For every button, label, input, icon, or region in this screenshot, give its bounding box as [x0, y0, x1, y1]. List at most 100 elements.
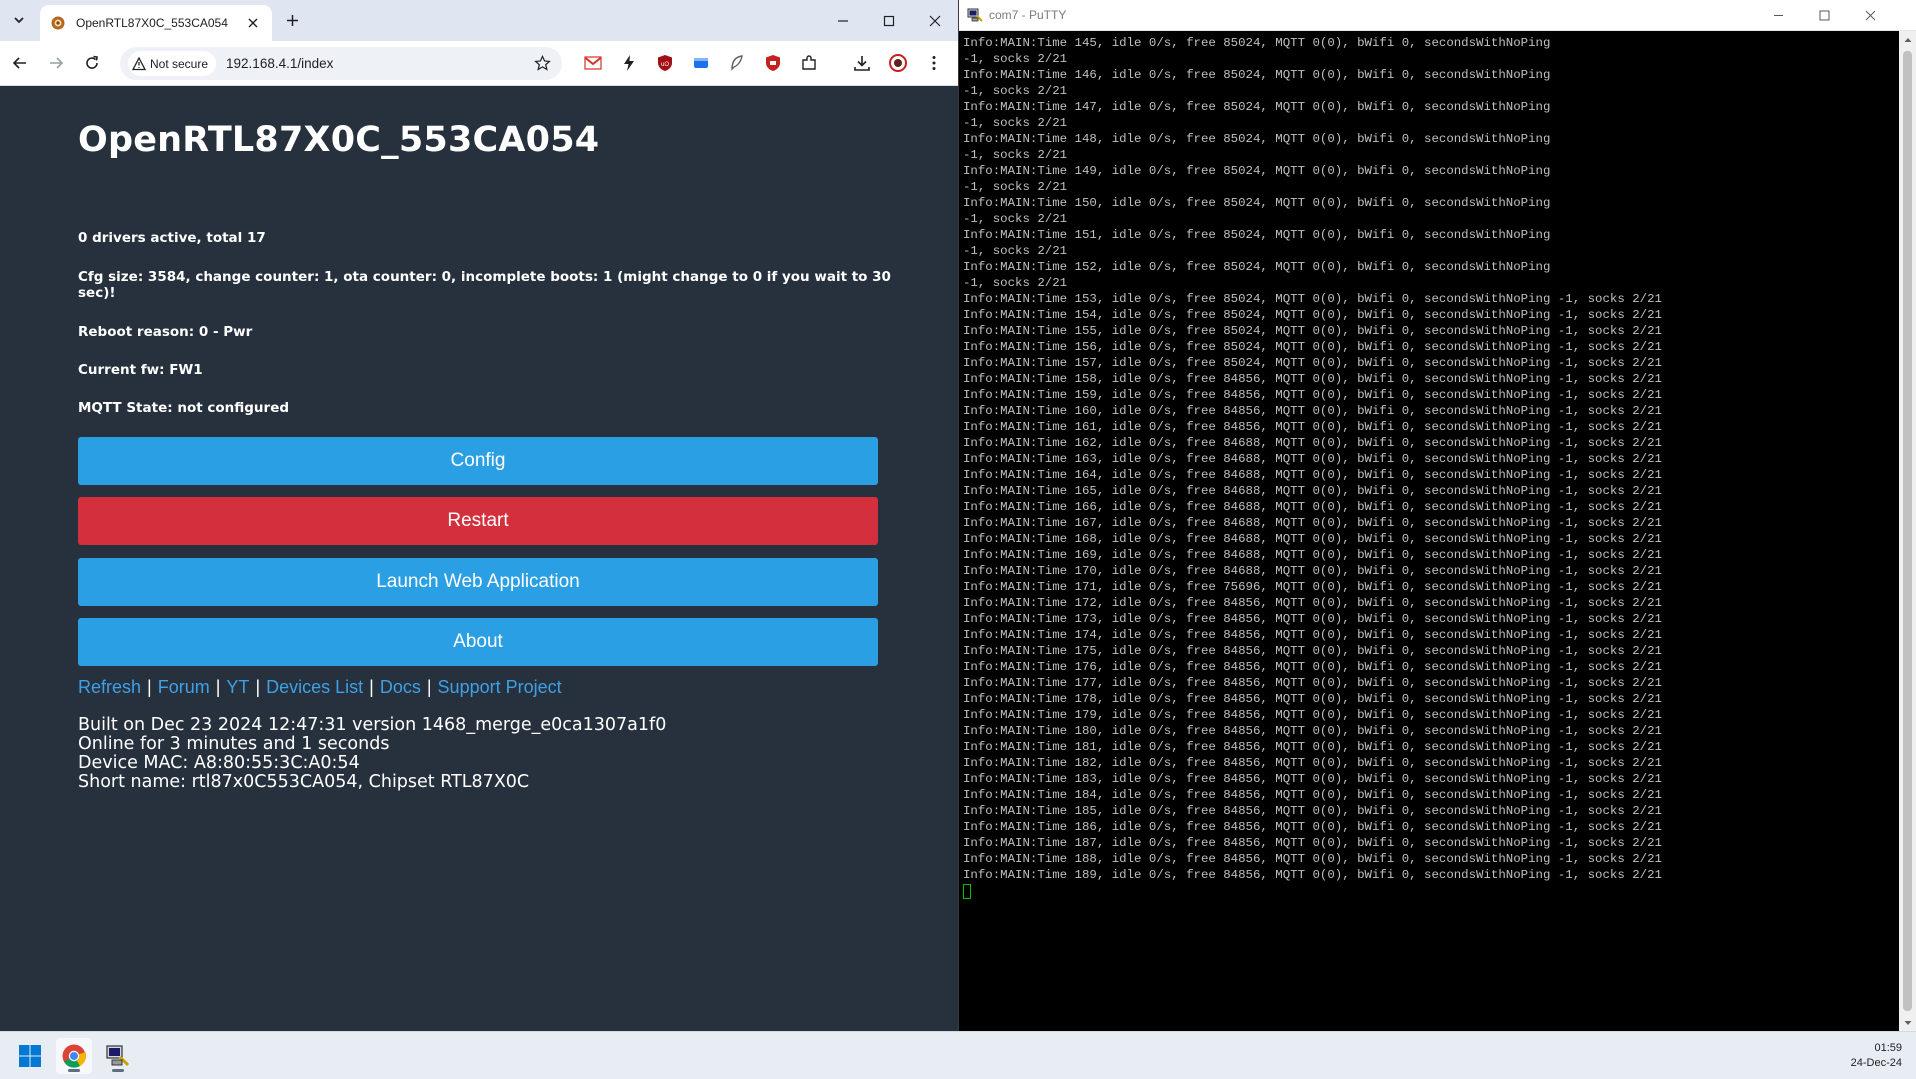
putty-close-button[interactable]	[1847, 0, 1893, 31]
close-icon	[248, 18, 258, 28]
security-chip[interactable]: Not secure	[128, 51, 217, 76]
chevron-down-icon	[14, 17, 24, 24]
terminal-line: Info:MAIN:Time 154, idle 0/s, free 85024…	[963, 308, 1662, 322]
terminal-line: Info:MAIN:Time 174, idle 0/s, free 84856…	[963, 628, 1662, 642]
terminal-line: Info:MAIN:Time 159, idle 0/s, free 84856…	[963, 388, 1662, 402]
terminal-line: Info:MAIN:Time 170, idle 0/s, free 84688…	[963, 564, 1662, 578]
shield-extension[interactable]	[762, 52, 784, 74]
reload-button[interactable]	[78, 49, 106, 77]
terminal-output[interactable]: Info:MAIN:Time 145, idle 0/s, free 85024…	[963, 35, 1893, 1031]
scroll-down-arrow[interactable]	[1899, 1014, 1916, 1031]
terminal-line: Info:MAIN:Time 157, idle 0/s, free 85024…	[963, 356, 1662, 370]
page-title: OpenRTL87X0C_553CA054	[78, 120, 600, 160]
firmware-info: Current fw: FW1	[78, 362, 203, 378]
maximize-icon	[883, 15, 895, 26]
browser-window: OpenRTL87X0C_553CA054 Not secure 192.168…	[0, 0, 958, 1031]
taskbar-chrome[interactable]	[56, 1038, 92, 1074]
security-label: Not secure	[150, 56, 209, 71]
maximize-button[interactable]	[866, 0, 912, 41]
tab-active[interactable]: OpenRTL87X0C_553CA054	[40, 5, 272, 41]
downloads-button[interactable]	[851, 52, 873, 74]
scroll-up-arrow[interactable]	[1899, 31, 1916, 48]
shortname-line: Short name: rtl87x0C553CA054, Chipset RT…	[78, 772, 530, 792]
terminal-line: Info:MAIN:Time 166, idle 0/s, free 84688…	[963, 500, 1662, 514]
terminal-line: Info:MAIN:Time 177, idle 0/s, free 84856…	[963, 676, 1662, 690]
restart-button[interactable]: Restart	[78, 497, 878, 545]
taskbar-putty[interactable]	[100, 1038, 136, 1074]
yt-link[interactable]: YT	[226, 677, 249, 697]
about-button[interactable]: About	[78, 618, 878, 666]
footer-links: Refresh | Forum | YT | Devices List | Docs | Suppo…	[78, 677, 562, 698]
terminal-line: Info:MAIN:Time 161, idle 0/s, free 84856…	[963, 420, 1662, 434]
putty-maximize-button[interactable]	[1801, 0, 1847, 31]
feather-extension[interactable]	[726, 52, 748, 74]
minimize-icon	[838, 19, 848, 22]
tab-search-button[interactable]	[6, 7, 32, 33]
terminal-line: -1, socks 2/21	[963, 276, 1068, 290]
config-button[interactable]: Config	[78, 437, 878, 485]
link-separator: |	[215, 677, 221, 697]
profile-avatar[interactable]	[887, 52, 909, 74]
forward-button[interactable]	[42, 49, 70, 77]
terminal-scrollbar[interactable]	[1899, 31, 1916, 1031]
gmail-extension[interactable]	[582, 52, 604, 74]
refresh-link[interactable]: Refresh	[78, 677, 141, 697]
terminal-cursor	[963, 884, 971, 899]
mqtt-info: MQTT State: not configured	[78, 400, 290, 416]
lightning-extension[interactable]	[618, 52, 640, 74]
download-icon	[854, 56, 870, 71]
terminal-line: Info:MAIN:Time 162, idle 0/s, free 84688…	[963, 436, 1662, 450]
start-button[interactable]	[12, 1038, 48, 1074]
terminal-line: Info:MAIN:Time 158, idle 0/s, free 84856…	[963, 372, 1662, 386]
forum-link[interactable]: Forum	[158, 677, 210, 697]
scroll-thumb[interactable]	[1903, 51, 1912, 1011]
minimize-button[interactable]	[820, 0, 866, 41]
terminal-line: Info:MAIN:Time 152, idle 0/s, free 85024…	[963, 260, 1551, 274]
gear-icon	[50, 15, 66, 31]
terminal-line: Info:MAIN:Time 184, idle 0/s, free 84856…	[963, 788, 1662, 802]
link-separator: |	[147, 677, 152, 697]
terminal-line: Info:MAIN:Time 149, idle 0/s, free 85024…	[963, 164, 1551, 178]
chrome-icon	[62, 1044, 87, 1068]
tab-close-button[interactable]	[244, 14, 262, 32]
support-project-link[interactable]: Support Project	[438, 677, 562, 697]
close-icon	[929, 15, 941, 26]
terminal-line: -1, socks 2/21	[963, 244, 1068, 258]
terminal-line: Info:MAIN:Time 172, idle 0/s, free 84856…	[963, 596, 1662, 610]
shield-icon: uO	[658, 55, 672, 71]
bookmark-button[interactable]	[534, 55, 552, 73]
terminal-line: Info:MAIN:Time 156, idle 0/s, free 85024…	[963, 340, 1662, 354]
terminal-line: Info:MAIN:Time 147, idle 0/s, free 85024…	[963, 100, 1551, 114]
clock-date: 24-Dec-24	[1850, 1057, 1902, 1069]
drivers-info: 0 drivers active, total 17	[78, 230, 266, 246]
terminal-line: Info:MAIN:Time 167, idle 0/s, free 84688…	[963, 516, 1662, 530]
system-clock[interactable]: 01:59 24-Dec-24	[1851, 1041, 1902, 1071]
address-bar[interactable]: Not secure 192.168.4.1/index	[120, 47, 562, 80]
terminal-line: Info:MAIN:Time 168, idle 0/s, free 84688…	[963, 532, 1662, 546]
putty-titlebar: com7 - PuTTY	[959, 0, 1916, 31]
docs-link[interactable]: Docs	[380, 677, 421, 697]
url-text[interactable]: 192.168.4.1/index	[226, 56, 333, 71]
putty-minimize-button[interactable]	[1755, 0, 1801, 31]
terminal-line: Info:MAIN:Time 146, idle 0/s, free 85024…	[963, 68, 1551, 82]
puzzle-icon	[802, 55, 816, 70]
putty-title: com7 - PuTTY	[989, 8, 1067, 22]
new-tab-button[interactable]	[280, 8, 304, 32]
close-window-button[interactable]	[912, 0, 958, 41]
avatar-icon	[889, 54, 907, 72]
terminal-line: -1, socks 2/21	[963, 148, 1068, 162]
reboot-info: Reboot reason: 0 - Pwr	[78, 324, 253, 340]
ublock-extension[interactable]: uO	[654, 52, 676, 74]
chevron-down-icon	[1904, 1020, 1911, 1025]
devices-list-link[interactable]: Devices List	[266, 677, 363, 697]
cfg-info: Cfg size: 3584, change counter: 1, ota c…	[78, 269, 891, 301]
blue-extension[interactable]	[690, 52, 712, 74]
extensions-button[interactable]	[798, 52, 820, 74]
terminal-line: Info:MAIN:Time 187, idle 0/s, free 84856…	[963, 836, 1662, 850]
launch-web-app-button[interactable]: Launch Web Application	[78, 558, 878, 606]
browser-menu-button[interactable]	[923, 52, 945, 74]
active-indicator	[112, 1069, 124, 1072]
back-button[interactable]	[6, 49, 34, 77]
terminal-line: -1, socks 2/21	[963, 180, 1068, 194]
tab-title: OpenRTL87X0C_553CA054	[76, 16, 228, 30]
